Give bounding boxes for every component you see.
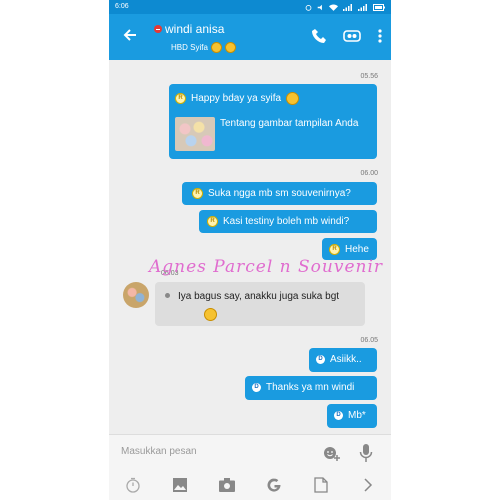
camera-icon[interactable]: [217, 475, 237, 495]
header-actions: [311, 28, 383, 44]
document-icon[interactable]: [311, 475, 331, 495]
contact-title[interactable]: windi anisa: [154, 22, 224, 36]
battery-icon: [373, 3, 385, 11]
d-badge-icon: D: [334, 411, 343, 420]
contact-status-text: HBD Syifa: [171, 43, 208, 52]
preview-thumbnail: [175, 117, 215, 151]
r-badge-icon: R: [175, 93, 186, 104]
emoji-icon: [210, 42, 222, 53]
mute-icon: [317, 4, 322, 10]
message-input-bar: Masukkan pesan: [109, 434, 391, 471]
status-time: 6:06: [115, 3, 129, 10]
outgoing-message-bubble[interactable]: R Kasi testiny boleh mb windi?: [199, 210, 377, 233]
message-text: Thanks ya mn windi: [266, 382, 355, 393]
google-icon[interactable]: [264, 475, 284, 495]
message-input[interactable]: Masukkan pesan: [121, 446, 197, 457]
message-text: Hehe: [345, 244, 369, 255]
timestamp: 06.00: [360, 170, 378, 177]
busy-status-icon: [154, 25, 162, 33]
back-button[interactable]: [119, 26, 141, 48]
emoji-add-icon[interactable]: [322, 444, 340, 462]
timer-icon[interactable]: [123, 475, 143, 495]
status-icons: [305, 0, 385, 14]
gallery-icon[interactable]: [170, 475, 190, 495]
chevron-right-icon[interactable]: [358, 475, 378, 495]
emoji-icon: [224, 42, 236, 53]
video-call-icon[interactable]: [343, 29, 361, 43]
wifi-icon: [329, 4, 338, 11]
link-preview[interactable]: Tentang gambar tampilan Anda: [175, 117, 365, 151]
watermark: Agnes Parcel n Souvenir: [149, 257, 384, 277]
r-badge-icon: R: [192, 188, 203, 199]
outgoing-message-bubble[interactable]: D Asiikk..: [309, 348, 377, 372]
r-badge-icon: R: [329, 244, 340, 255]
phone-screen: 6:06 windi anisa HBD Syifa 05.56 R Happy…: [109, 0, 391, 500]
more-options-icon[interactable]: [377, 28, 383, 44]
timestamp: 06.05: [360, 337, 378, 344]
d-badge-icon: D: [316, 355, 325, 364]
outgoing-message-bubble[interactable]: R Happy bday ya syifa Tentang gambar tam…: [169, 84, 377, 159]
smile-emoji-icon: [204, 308, 217, 321]
message-text: Kasi testiny boleh mb windi?: [223, 216, 350, 227]
d-badge-icon: D: [252, 383, 261, 392]
message-text: Asiikk..: [330, 354, 362, 365]
message-text: Suka ngga mb sm souvenirnya?: [208, 188, 351, 199]
r-badge-icon: R: [207, 216, 218, 227]
alarm-icon: [305, 4, 312, 11]
phone-icon[interactable]: [311, 28, 327, 44]
signal-icon-2: [358, 3, 367, 11]
emoji-icon: [286, 92, 300, 105]
link-preview-text: Tentang gambar tampilan Anda: [220, 118, 359, 129]
microphone-icon[interactable]: [359, 443, 373, 463]
attachment-toolbar: [109, 470, 391, 500]
status-bar: 6:06: [109, 0, 391, 14]
outgoing-message-bubble[interactable]: D Mb*: [327, 404, 377, 428]
message-text: Iya bagus say, anakku juga suka bgt: [178, 291, 340, 302]
arrow-left-icon: [123, 29, 136, 41]
chat-header: windi anisa HBD Syifa: [109, 14, 391, 60]
contact-status: HBD Syifa: [171, 42, 236, 53]
bullet-icon: [165, 293, 170, 298]
message-text: Mb*: [348, 410, 366, 421]
outgoing-message-bubble[interactable]: R Suka ngga mb sm souvenirnya?: [182, 182, 377, 205]
timestamp: 05.56: [360, 73, 378, 80]
contact-name: windi anisa: [165, 22, 225, 36]
contact-avatar[interactable]: [123, 282, 149, 308]
outgoing-message-bubble[interactable]: D Thanks ya mn windi: [245, 376, 377, 400]
message-text: Happy bday ya syifa: [191, 93, 282, 104]
incoming-message-bubble[interactable]: Iya bagus say, anakku juga suka bgt: [155, 282, 365, 326]
signal-icon: [343, 3, 352, 11]
